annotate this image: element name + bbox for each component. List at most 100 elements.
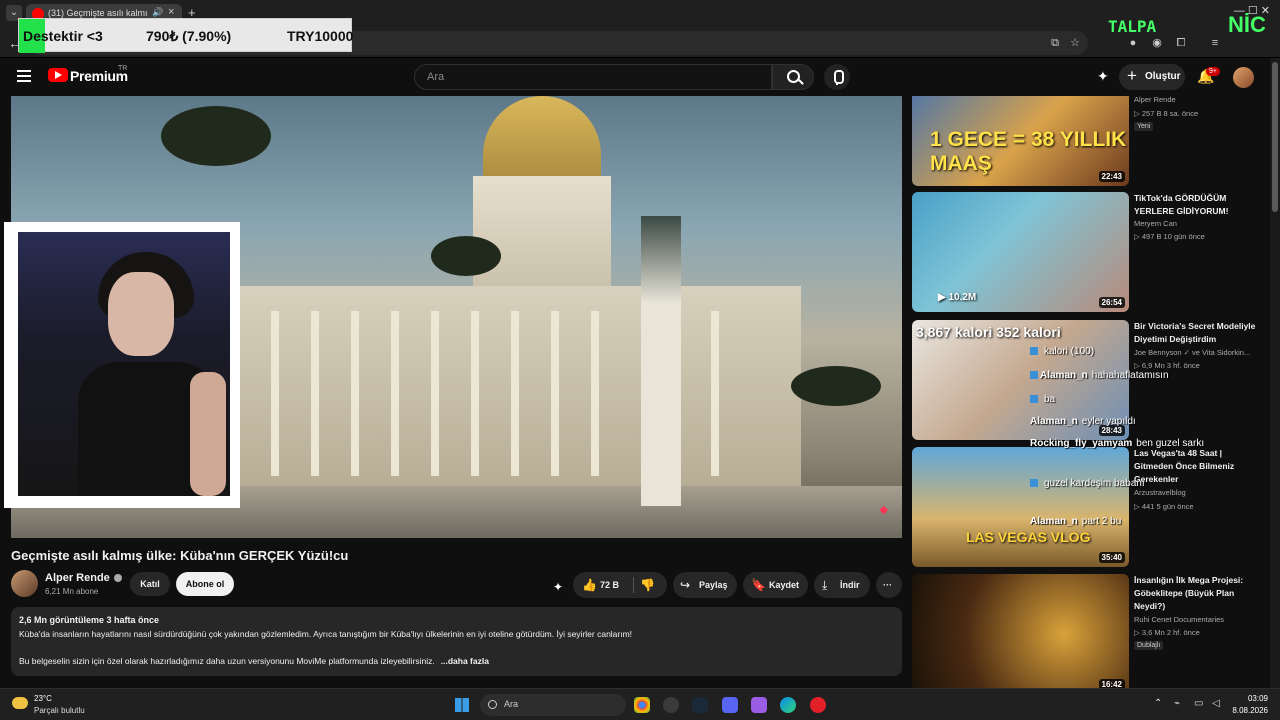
chrome-icon[interactable] xyxy=(634,697,650,713)
thumbs-down-icon[interactable]: 👎 xyxy=(640,578,655,592)
more-actions-button[interactable]: ··· xyxy=(876,572,902,598)
audio-icon[interactable]: 🔊 xyxy=(152,7,163,18)
chat-text: eyler yapıldı xyxy=(1081,416,1136,427)
recommendation-item[interactable]: 1 GECE = 38 YILLIK MAAŞ 22:43 Alper Rend… xyxy=(912,96,1268,186)
donation-goal-overlay: Destektir <3 790₺ (7.90%) TRY10000 xyxy=(18,18,354,53)
extensions-puzzle-icon[interactable]: ⧠ xyxy=(1174,36,1188,50)
thumbnail-text: 3,867 kalori 352 kalori xyxy=(916,324,1061,340)
chat-badge-icon xyxy=(1030,395,1038,404)
subscribe-button[interactable]: Abone ol xyxy=(176,572,234,596)
create-button[interactable]: + Oluştur xyxy=(1119,64,1185,90)
chat-text: ben guzel sarkı xyxy=(1136,438,1205,449)
donation-goal: TRY10000 xyxy=(287,28,354,44)
discord-icon[interactable] xyxy=(722,697,738,713)
gamepad-icon[interactable]: ✦ xyxy=(1097,68,1109,85)
tab-close-icon[interactable]: × xyxy=(168,6,174,18)
palm-tree xyxy=(161,106,271,166)
video-thumbnail[interactable]: 1 GECE = 38 YILLIK MAAŞ 22:43 xyxy=(912,96,1129,186)
join-label: Katıl xyxy=(140,579,160,589)
capitol-drum xyxy=(473,176,611,296)
chat-message: guzel kardeşim babanı xyxy=(1030,478,1145,489)
bookmark-icon: 🔖 xyxy=(751,578,766,592)
search-input[interactable]: Ara xyxy=(414,64,772,90)
recommendation-title[interactable]: İnsanlığın İlk Mega Projesi: Göbeklitepe… xyxy=(1134,574,1260,613)
recommendation-channel[interactable]: Alper Rende xyxy=(1134,96,1176,104)
gamepad-action-icon[interactable]: ✦ xyxy=(553,580,563,594)
scrollbar-thumb[interactable] xyxy=(1272,62,1278,212)
video-thumbnail[interactable]: 16:42 xyxy=(912,574,1129,688)
donation-label: Destektir <3 xyxy=(23,28,103,44)
thumbs-up-icon[interactable]: 👍 xyxy=(582,578,597,592)
account-avatar[interactable] xyxy=(1233,67,1254,88)
chat-user: Alaman_n xyxy=(1030,516,1078,527)
hamburger-menu-icon[interactable] xyxy=(17,70,31,82)
lamp-post xyxy=(641,216,681,506)
like-dislike-button[interactable]: 👍 72 B 👎 xyxy=(573,572,667,598)
recommendation-meta: ▷ 257 B 8 sa. önce xyxy=(1134,109,1199,118)
profile-extension-icon[interactable]: ◉ xyxy=(1150,36,1164,50)
palm-tree xyxy=(791,366,881,406)
app-icon[interactable] xyxy=(751,697,767,713)
like-count: 72 B xyxy=(600,580,620,590)
chat-message: ba xyxy=(1030,394,1055,405)
bookmark-star-icon[interactable]: ☆ xyxy=(1068,36,1082,50)
subscribe-label: Abone ol xyxy=(185,579,225,589)
tab-title: (31) Geçmişte asılı kalmış ülke xyxy=(48,8,148,18)
video-thumbnail[interactable]: ▶ 10.2M 26:54 xyxy=(912,192,1129,312)
join-button[interactable]: Katıl xyxy=(130,572,170,596)
subscriber-count: 6,21 Mn abone xyxy=(45,587,99,596)
weather-description[interactable]: Parçalı bulutlu xyxy=(34,706,85,715)
recommendation-title[interactable]: TikTok'da GÖRDÜĞÜM YERLERE GİDİYORUM! xyxy=(1134,192,1260,218)
chat-text: kalori (100) xyxy=(1044,346,1095,357)
search-icon[interactable] xyxy=(772,64,814,90)
tray-chevron-icon[interactable]: ⌃ xyxy=(1154,698,1162,709)
windows-start-icon[interactable] xyxy=(455,698,469,712)
opera-icon[interactable] xyxy=(810,697,826,713)
recommendation-item[interactable]: 16:42 İnsanlığın İlk Mega Projesi: Göbek… xyxy=(912,574,1268,688)
video-description[interactable]: 2,6 Mn görüntüleme 3 hafta önce Küba'da … xyxy=(11,607,902,676)
taskbar-search[interactable]: Ara xyxy=(480,694,626,716)
obs-icon[interactable] xyxy=(663,697,679,713)
video-title: Geçmişte asılı kalmış ülke: Küba'nın GER… xyxy=(11,548,349,563)
clock-time[interactable]: 03:09 xyxy=(1240,694,1268,703)
channel-name[interactable]: Alper Rende xyxy=(45,572,122,584)
chat-message: Alaman_n hahahaflatamısın xyxy=(1030,370,1169,381)
network-icon[interactable]: ⌁ xyxy=(1174,698,1180,709)
recommendation-channel[interactable]: Meryem Can xyxy=(1134,219,1177,228)
taskbar-search-label: Ara xyxy=(504,699,519,709)
clock-date[interactable]: 8.08.2026 xyxy=(1220,706,1268,715)
region-code: TR xyxy=(118,65,128,72)
chat-text: part 2 bu xyxy=(1081,516,1122,527)
views-meta: 2,6 Mn görüntüleme 3 hafta önce xyxy=(19,615,160,625)
description-text: Bu belgeselin sizin için özel olarak haz… xyxy=(19,656,435,666)
windows-taskbar: 23°C Parçalı bulutlu Ara ⌃ ⌁ ▭ ◁ 03:09 8… xyxy=(0,688,1280,720)
steam-icon[interactable] xyxy=(692,697,708,713)
save-button[interactable]: 🔖 Kaydet xyxy=(743,572,808,598)
plus-icon: + xyxy=(1127,66,1137,85)
video-duration: 22:43 xyxy=(1098,171,1125,182)
share-button[interactable]: ↪ Paylaş xyxy=(673,572,737,598)
channel-avatar[interactable] xyxy=(11,570,38,597)
chat-message: Alaman_n part 2 bu xyxy=(1030,516,1121,527)
recommendation-meta: ▷ 497 B 10 gün önce xyxy=(1134,232,1205,241)
recommendation-channel[interactable]: Ruhi Cenet Documentaries xyxy=(1134,615,1224,624)
create-label: Oluştur xyxy=(1145,71,1181,82)
download-icon: ⤓ xyxy=(822,578,828,592)
show-more-link[interactable]: ...daha fazla xyxy=(441,656,489,666)
volume-icon[interactable]: ◁ xyxy=(1212,698,1220,709)
edge-icon[interactable] xyxy=(780,697,796,713)
weather-temperature[interactable]: 23°C xyxy=(34,694,52,703)
page-scrollbar[interactable] xyxy=(1270,58,1280,688)
reading-list-icon[interactable]: ≡ xyxy=(1208,36,1222,50)
weather-cloud-icon[interactable] xyxy=(12,697,28,709)
channel-name-text[interactable]: Alper Rende xyxy=(45,572,110,584)
microphone-icon[interactable] xyxy=(824,64,850,90)
extension-icon[interactable]: ● xyxy=(1126,36,1140,50)
recommendation-item[interactable]: ▶ 10.2M 26:54 TikTok'da GÖRDÜĞÜM YERLERE… xyxy=(912,192,1268,312)
display-icon[interactable]: ▭ xyxy=(1194,698,1203,709)
chat-user: Alaman_n xyxy=(1040,370,1088,381)
install-app-icon[interactable]: ⧉ xyxy=(1048,36,1062,50)
download-button[interactable]: ⤓ İndir xyxy=(814,572,870,598)
youtube-logo-icon[interactable] xyxy=(48,68,68,82)
chat-text: ba xyxy=(1044,394,1056,405)
